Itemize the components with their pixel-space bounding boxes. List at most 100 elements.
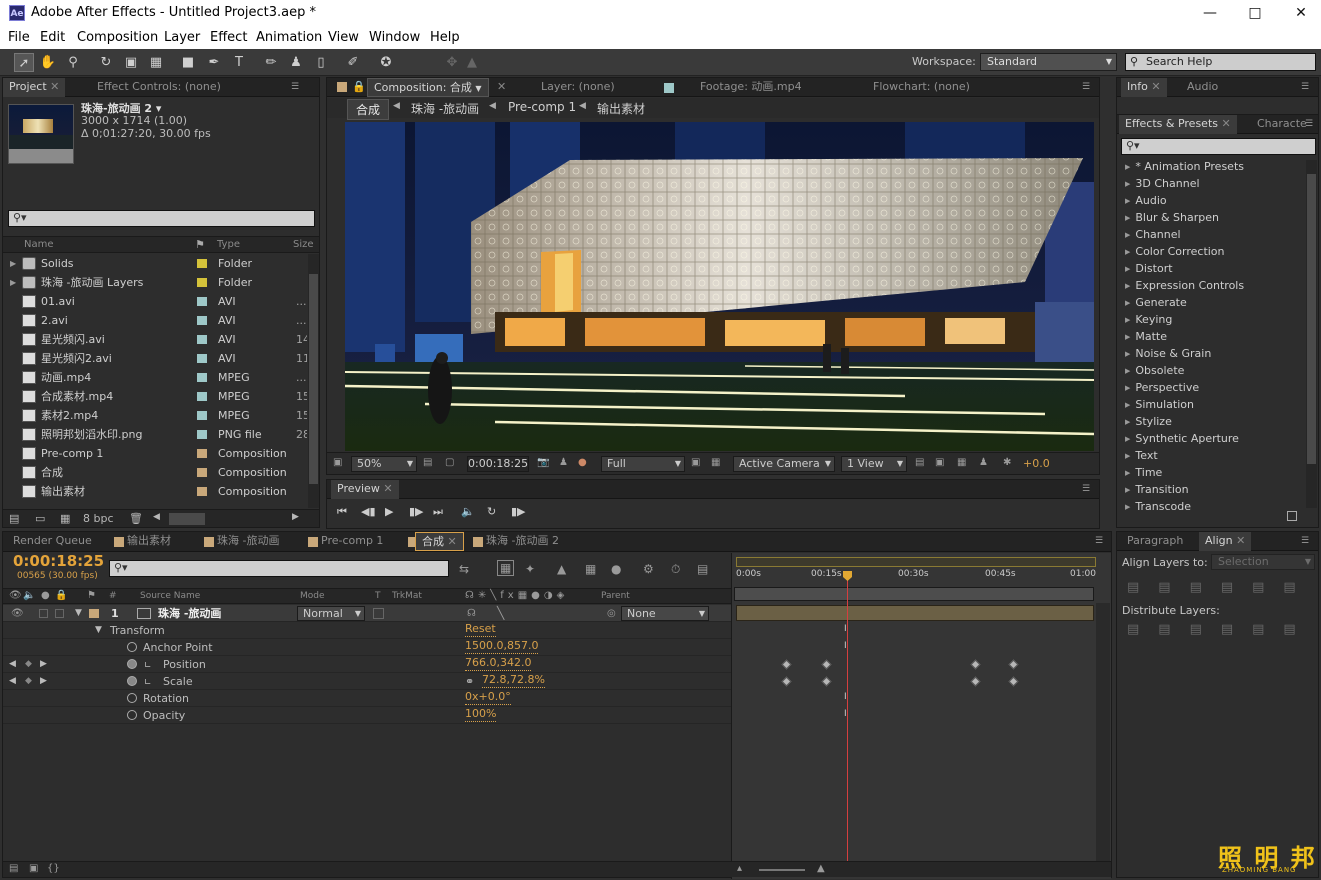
previous-keyframe-icon[interactable]: ◀ (9, 673, 16, 690)
stopwatch-active-icon[interactable] (127, 659, 137, 669)
project-item[interactable]: 动画.mp4 MPEG... (7, 368, 307, 387)
interpret-footage-icon[interactable]: ▤ (9, 512, 19, 525)
project-item[interactable]: 合成素材.mp4 MPEG 15 (7, 387, 307, 406)
effects-category-item[interactable]: Perspective (1125, 379, 1199, 396)
snapshot-camera-icon[interactable]: 📷 (537, 457, 549, 468)
panel-menu-icon[interactable]: ☰ (1095, 536, 1103, 546)
label-color-swatch[interactable] (197, 430, 207, 439)
project-item[interactable]: 合成 Composition (7, 463, 307, 482)
frame-blending-icon[interactable]: ▦ (585, 562, 596, 576)
distribute-buttons-row[interactable]: ▤▤▤▤▤▤ (1127, 622, 1315, 637)
expand-triangle-icon[interactable]: ▼ (75, 605, 82, 622)
search-help-input[interactable]: ⚲ Search Help (1125, 53, 1316, 71)
panel-menu-icon[interactable]: ☰ (291, 82, 299, 92)
horizontal-scroll-thumb[interactable] (169, 513, 205, 525)
effects-scrollbar[interactable] (1306, 160, 1317, 508)
effects-category-item[interactable]: Time (1125, 464, 1162, 481)
keyframe[interactable] (970, 659, 981, 670)
next-frame-icon[interactable]: ▮▶ (409, 505, 424, 518)
current-time-display[interactable]: 0:00:18:25 (467, 456, 529, 472)
expand-triangle-icon[interactable]: ▼ (95, 622, 102, 639)
roto-brush-tool-icon[interactable]: ✐ (343, 53, 363, 72)
keyframe[interactable] (821, 676, 832, 687)
tab-audio[interactable]: Audio (1181, 78, 1224, 97)
hold-keyframe-icon[interactable]: I (844, 709, 847, 719)
keyframe[interactable] (821, 659, 832, 670)
menu-view[interactable]: View (328, 30, 359, 45)
tab-align[interactable]: Align ✕ (1199, 532, 1252, 551)
expand-layer-switches-icon[interactable]: ▤ (9, 863, 18, 874)
keyframe[interactable] (781, 676, 792, 687)
close-tab-icon[interactable]: ✕ (497, 80, 506, 93)
brainstorm-icon[interactable]: ⚙ (643, 562, 654, 576)
camera-tool-icon[interactable]: ▣ (121, 53, 141, 72)
layer-duration-bar[interactable] (736, 605, 1094, 621)
column-source-name[interactable]: Source Name (140, 591, 200, 601)
hand-tool-icon[interactable]: ✋ (38, 53, 58, 72)
timeline-icon[interactable]: ▦ (957, 457, 966, 468)
shy-switch-icon[interactable]: ☊ (467, 605, 476, 622)
property-row-position[interactable]: ◀ ◆ ▶ ∟ Position 766.0,342.0 (3, 656, 731, 673)
clone-stamp-tool-icon[interactable]: ♟ (286, 53, 306, 72)
toggle-pixel-aspect-icon[interactable]: ▤ (915, 457, 924, 468)
column-t[interactable]: T (375, 591, 381, 601)
mask-visibility-icon[interactable]: ▢ (445, 457, 454, 468)
preserve-transparency-checkbox[interactable] (373, 608, 384, 619)
label-color-swatch[interactable] (197, 259, 207, 268)
text-tool-icon[interactable]: T (229, 53, 249, 72)
tab-preview[interactable]: Preview ✕ (331, 480, 399, 499)
time-navigator[interactable] (734, 587, 1094, 601)
loop-icon[interactable]: ↻ (487, 505, 496, 518)
effects-category-item[interactable]: Transition (1125, 481, 1188, 498)
menu-layer[interactable]: Layer (164, 30, 200, 45)
effects-category-item[interactable]: Synthetic Aperture (1125, 430, 1239, 447)
project-item[interactable]: ▶ Solids Folder (7, 254, 307, 273)
magnification-dropdown[interactable]: 50% ▼ (351, 456, 417, 472)
tab-animation-2[interactable]: 珠海 -旅动画 2 (480, 532, 565, 551)
project-item[interactable]: 素材2.mp4 MPEG 15 (7, 406, 307, 425)
lock-checkbox[interactable] (55, 609, 64, 618)
timeline-current-time[interactable]: 0:00:18:25 (13, 552, 104, 570)
project-item[interactable]: 星光频闪2.avi AVI 11 (7, 349, 307, 368)
effects-category-item[interactable]: Channel (1125, 226, 1180, 243)
hide-shy-layers-icon[interactable]: ▲ (557, 562, 566, 576)
menu-help[interactable]: Help (430, 30, 460, 45)
label-color-swatch[interactable] (197, 373, 207, 382)
effects-category-item[interactable]: Stylize (1125, 413, 1171, 430)
lock-icon[interactable]: 🔒 (352, 80, 366, 93)
label-color-swatch[interactable] (197, 392, 207, 401)
menu-edit[interactable]: Edit (40, 30, 65, 45)
effects-category-item[interactable]: Noise & Grain (1125, 345, 1211, 362)
label-color-swatch[interactable] (197, 278, 207, 287)
project-item[interactable]: 照明邦划滔水印.png PNG file 28 (7, 425, 307, 444)
breadcrumb-item-comp[interactable]: 合成 (347, 99, 390, 120)
zoom-out-icon[interactable]: ▴ (737, 863, 742, 874)
fast-previews-icon[interactable]: ▣ (935, 457, 944, 468)
property-value[interactable]: 1500.0,857.0 (465, 639, 539, 654)
breadcrumb-item-animation[interactable]: 珠海 -旅动画 (411, 100, 479, 117)
effects-category-item[interactable]: Simulation (1125, 396, 1194, 413)
switches-icons[interactable]: ☊✳╲fx▦●◑◈ (465, 590, 568, 601)
audio-icon[interactable]: 🔈 (461, 505, 475, 518)
property-row-anchor-point[interactable]: Anchor Point 1500.0,857.0 (3, 639, 731, 656)
pen-tool-icon[interactable]: ✒ (204, 53, 224, 72)
close-button[interactable]: ✕ (1286, 3, 1316, 25)
label-color-swatch[interactable] (197, 335, 207, 344)
tab-footage[interactable]: Footage: 动画.mp4 (694, 78, 808, 97)
world-axis-icon[interactable]: ▲ (462, 53, 482, 72)
expand-transfer-controls-icon[interactable]: ▣ (29, 863, 38, 874)
resolution-dropdown[interactable]: Full ▼ (601, 456, 685, 472)
show-channel-icon[interactable]: ● (578, 457, 587, 468)
solo-icon[interactable]: ● (41, 590, 50, 601)
draft-3d-icon[interactable]: ✦ (525, 562, 535, 576)
tab-output-material[interactable]: 输出素材 (121, 532, 177, 551)
effects-category-item[interactable]: Keying (1125, 311, 1172, 328)
minimize-button[interactable]: — (1195, 3, 1225, 25)
keyframe[interactable] (970, 676, 981, 687)
effects-category-item[interactable]: Blur & Sharpen (1125, 209, 1219, 226)
effects-category-item[interactable]: Generate (1125, 294, 1186, 311)
keyframe[interactable] (781, 659, 792, 670)
effects-search-input[interactable]: ⚲▾ (1121, 138, 1316, 155)
graph-editor-icon[interactable]: ▤ (697, 562, 708, 576)
previous-frame-icon[interactable]: ◀▮ (361, 505, 376, 518)
